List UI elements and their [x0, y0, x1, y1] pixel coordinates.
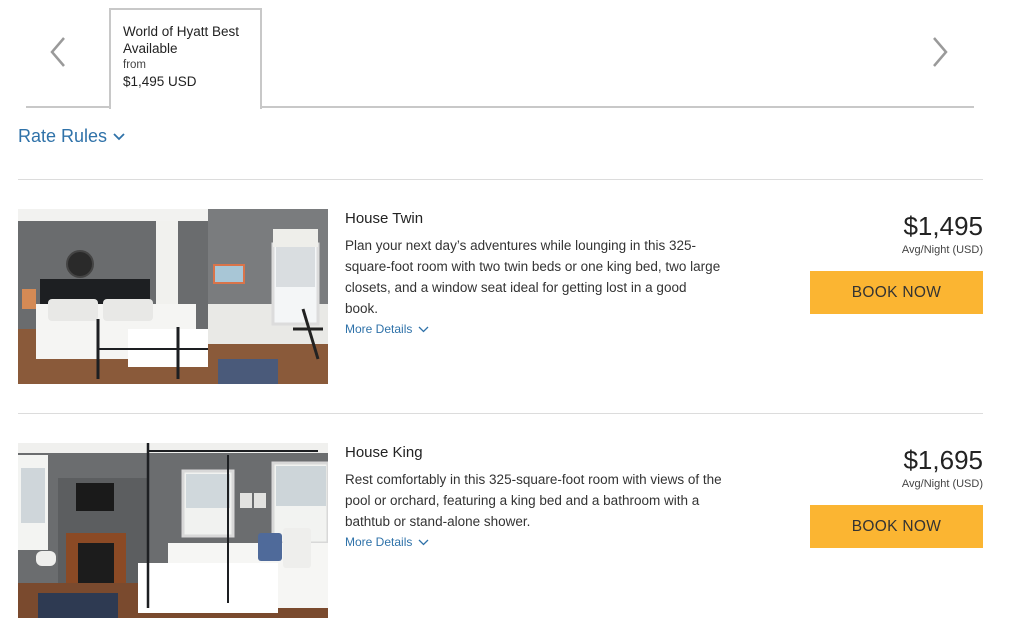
- bedroom-photo: [18, 443, 328, 618]
- rate-selection-page: World of Hyatt Best Available from $1,49…: [0, 0, 1024, 639]
- bedroom-photo: [18, 209, 328, 384]
- room-price: $1,695: [903, 445, 983, 475]
- more-details-link[interactable]: More Details: [345, 535, 725, 549]
- rate-rules-label: Rate Rules: [18, 126, 108, 146]
- carousel-next-button[interactable]: [920, 32, 960, 72]
- price-unit: Avg/Night (USD): [901, 244, 983, 256]
- more-details-label: More Details: [345, 322, 413, 336]
- rate-tab-world-of-hyatt[interactable]: World of Hyatt Best Available from $1,49…: [109, 8, 262, 109]
- rate-rules-toggle[interactable]: Rate Rules: [18, 126, 125, 147]
- section-divider: [18, 179, 983, 180]
- chevron-down-icon: [418, 539, 429, 545]
- more-details-link[interactable]: More Details: [345, 322, 725, 336]
- room-name: House Twin: [345, 210, 424, 227]
- room-info-house-twin: House Twin Plan your next day’s adventur…: [345, 209, 725, 336]
- price-block: $1,695 Avg/Night (USD): [902, 445, 983, 490]
- chevron-left-icon: [50, 37, 65, 67]
- room-row-house-king: House King Rest comfortably in this 325-…: [18, 443, 983, 619]
- price-unit: Avg/Night (USD): [901, 478, 983, 490]
- room-description: Plan your next day’s adventures while lo…: [345, 238, 721, 316]
- room-divider: [18, 413, 983, 414]
- rate-tab-title: World of Hyatt Best Available: [123, 24, 240, 56]
- room-photo-house-twin[interactable]: [18, 209, 328, 384]
- book-now-button[interactable]: BOOK NOW: [810, 271, 983, 314]
- room-name: House King: [345, 444, 423, 461]
- chevron-down-icon: [418, 326, 429, 332]
- rate-tab-price: $1,495 USD: [123, 74, 197, 89]
- chevron-down-icon: [113, 132, 125, 140]
- chevron-right-icon: [933, 37, 948, 67]
- room-price: $1,495: [903, 211, 983, 241]
- room-info-house-king: House King Rest comfortably in this 325-…: [345, 443, 725, 549]
- more-details-label: More Details: [345, 535, 413, 549]
- room-row-house-twin: House Twin Plan your next day’s adventur…: [18, 209, 983, 385]
- rate-tab-from-label: from: [123, 59, 146, 71]
- price-block: $1,495 Avg/Night (USD): [902, 211, 983, 256]
- carousel-prev-button[interactable]: [38, 32, 78, 72]
- book-now-button[interactable]: BOOK NOW: [810, 505, 983, 548]
- room-description: Rest comfortably in this 325-square-foot…: [345, 472, 722, 529]
- room-photo-house-king[interactable]: [18, 443, 328, 618]
